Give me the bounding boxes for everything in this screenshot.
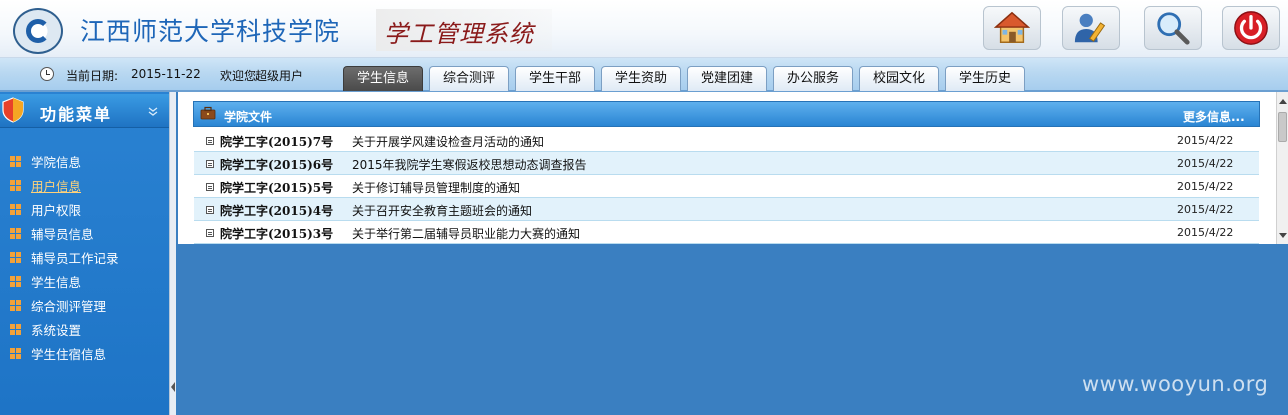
- tab-party-league[interactable]: 党建团建: [687, 66, 767, 91]
- user-profile-button[interactable]: [1062, 6, 1120, 50]
- user-edit-icon: [1074, 13, 1106, 43]
- sidebar-item-label: 系统设置: [31, 322, 82, 338]
- tab-campus-culture[interactable]: 校园文化: [859, 66, 939, 91]
- sidebar-item-label: 用户权限: [31, 202, 82, 218]
- current-date-value: 2015-11-22: [131, 67, 201, 81]
- tab-student-history[interactable]: 学生历史: [945, 66, 1025, 91]
- home-button[interactable]: [983, 6, 1041, 50]
- document-number: 院学工字(2015)5号: [220, 181, 334, 195]
- document-number: 院学工字(2015)3号: [220, 227, 334, 241]
- table-row[interactable]: 院学工字(2015)6号 2015年我院学生寒假返校思想动态调查报告 2015/…: [194, 152, 1259, 175]
- sidebar-item-system-settings[interactable]: 系统设置: [10, 319, 81, 339]
- search-button[interactable]: [1144, 6, 1202, 50]
- document-title-link[interactable]: 关于修订辅导员管理制度的通知: [352, 179, 520, 196]
- tab-student-aid[interactable]: 学生资助: [601, 66, 681, 91]
- document-date: 2015/4/22: [1177, 226, 1234, 239]
- sidebar-item-dormitory-info[interactable]: 学生住宿信息: [10, 343, 106, 363]
- tab-office-services[interactable]: 办公服务: [773, 66, 853, 91]
- document-icon: [206, 160, 214, 168]
- document-title-link[interactable]: 关于召开安全教育主题班会的通知: [352, 202, 532, 219]
- document-date: 2015/4/22: [1177, 180, 1234, 193]
- sidebar-item-label: 辅导员工作记录: [31, 250, 119, 266]
- document-icon: [206, 137, 214, 145]
- document-icon: [206, 206, 214, 214]
- tab-comprehensive-evaluation[interactable]: 综合测评: [429, 66, 509, 91]
- document-number: 院学工字(2015)4号: [220, 204, 334, 218]
- document-title-link[interactable]: 关于举行第二届辅导员职业能力大赛的通知: [352, 225, 580, 242]
- table-row[interactable]: 院学工字(2015)5号 关于修订辅导员管理制度的通知 2015/4/22: [194, 175, 1259, 198]
- document-title-link[interactable]: 关于开展学风建设检查月活动的通知: [352, 133, 544, 150]
- menu-bullet-icon: [10, 179, 21, 191]
- menu-bullet-icon: [10, 203, 21, 215]
- table-row[interactable]: 院学工字(2015)3号 关于举行第二届辅导员职业能力大赛的通知 2015/4/…: [194, 221, 1259, 244]
- document-date: 2015/4/22: [1177, 134, 1234, 147]
- clock-icon: [40, 67, 54, 81]
- current-date-label: 当前日期:: [66, 69, 119, 83]
- scroll-up-icon[interactable]: [1279, 99, 1287, 104]
- sidebar-item-label: 学院信息: [31, 154, 82, 170]
- more-info-link[interactable]: 更多信息...: [1183, 108, 1245, 125]
- document-number: 院学工字(2015)7号: [220, 135, 334, 149]
- menu-bullet-icon: [10, 227, 21, 239]
- sidebar-item-label: 学生信息: [31, 274, 82, 290]
- shield-icon: [2, 97, 24, 123]
- sidebar-item-college-info[interactable]: 学院信息: [10, 151, 81, 171]
- menu-bullet-icon: [10, 347, 21, 359]
- document-date: 2015/4/22: [1177, 203, 1234, 216]
- system-title-sub: 学工管理系统: [384, 20, 534, 48]
- menu-bullet-icon: [10, 323, 21, 335]
- sidebar-item-label: 学生住宿信息: [31, 346, 107, 362]
- home-icon: [993, 11, 1031, 43]
- menu-bullet-icon: [10, 275, 21, 287]
- sidebar-item-user-permissions[interactable]: 用户权限: [10, 199, 81, 219]
- document-icon: [206, 229, 214, 237]
- scroll-down-icon[interactable]: [1279, 233, 1287, 238]
- tab-student-cadres[interactable]: 学生干部: [515, 66, 595, 91]
- document-title-link[interactable]: 2015年我院学生寒假返校思想动态调查报告: [352, 156, 587, 173]
- document-icon: [206, 183, 214, 191]
- menu-bullet-icon: [10, 155, 21, 167]
- current-user-name: 超级用户: [255, 69, 304, 83]
- menu-bullet-icon: [10, 251, 21, 263]
- sidebar-title: 功能菜单: [40, 105, 113, 124]
- sidebar-item-label: 综合测评管理: [31, 298, 107, 314]
- documents-panel-header: [193, 101, 1260, 127]
- tab-student-info[interactable]: 学生信息: [343, 66, 423, 91]
- sidebar-item-counselor-info[interactable]: 辅导员信息: [10, 223, 94, 243]
- document-number: 院学工字(2015)6号: [220, 158, 334, 172]
- sidebar-item-user-info[interactable]: 用户信息: [10, 175, 81, 195]
- chevron-down-icon[interactable]: [148, 106, 158, 116]
- sidebar-item-label: 辅导员信息: [31, 226, 94, 242]
- system-title-main: 江西师范大学科技学院: [80, 17, 341, 46]
- sidebar-splitter[interactable]: [169, 92, 176, 415]
- briefcase-icon: [200, 106, 216, 120]
- table-row[interactable]: 院学工字(2015)7号 关于开展学风建设检查月活动的通知 2015/4/22: [194, 129, 1259, 152]
- power-icon: [1234, 11, 1268, 45]
- collapse-left-icon[interactable]: [171, 382, 175, 392]
- documents-panel-title: 学院文件: [224, 110, 273, 124]
- scrollbar-thumb[interactable]: [1278, 112, 1287, 142]
- sidebar-item-counselor-records[interactable]: 辅导员工作记录: [10, 247, 119, 267]
- watermark: www.wooyun.org: [1082, 372, 1269, 396]
- sidebar-item-student-info[interactable]: 学生信息: [10, 271, 81, 291]
- document-date: 2015/4/22: [1177, 157, 1234, 170]
- table-row[interactable]: 院学工字(2015)4号 关于召开安全教育主题班会的通知 2015/4/22: [194, 198, 1259, 221]
- sidebar-item-label: 用户信息: [31, 178, 82, 194]
- logout-button[interactable]: [1222, 6, 1280, 50]
- logo-swirl-icon: [26, 19, 50, 43]
- menu-bullet-icon: [10, 299, 21, 311]
- sidebar-item-evaluation-management[interactable]: 综合测评管理: [10, 295, 106, 315]
- search-icon: [1157, 12, 1190, 45]
- university-logo: [13, 8, 63, 54]
